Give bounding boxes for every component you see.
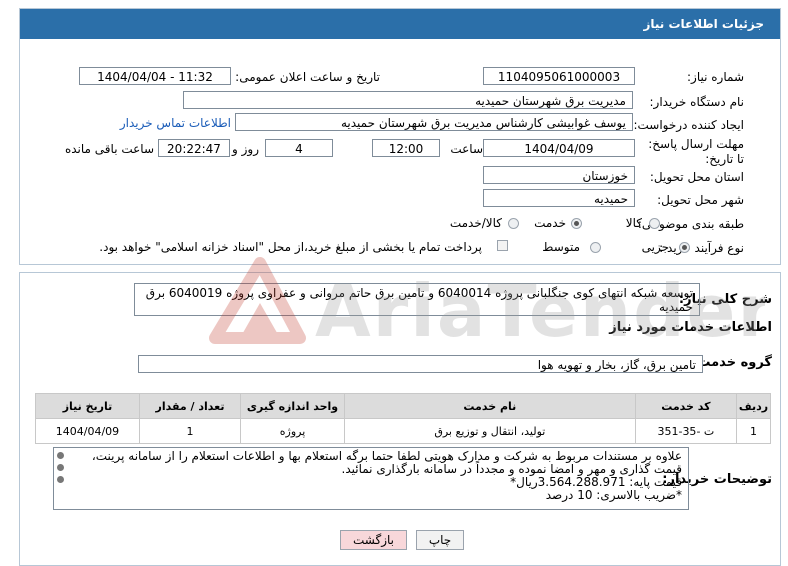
buyer-notes-textarea[interactable]: علاوه بر مستندات مربوط به شرکت و مدارک ه…: [53, 447, 689, 510]
col-code: کد خدمت: [634, 393, 738, 419]
days-remaining-field[interactable]: 4: [265, 139, 333, 157]
city-field[interactable]: حمیدیه: [483, 189, 635, 207]
cell-name: تولید، انتقال و توزیع برق: [344, 418, 636, 444]
category-radio-goods-service[interactable]: [508, 218, 519, 229]
remaining-time-label: ساعت باقی مانده: [64, 142, 154, 156]
deadline-label: مهلت ارسال پاسخ: تا تاریخ:: [648, 137, 744, 166]
cell-code: ت -35-351: [634, 418, 738, 444]
cell-qty: 1: [138, 418, 242, 444]
category-option-service: خدمت: [534, 216, 566, 230]
col-qty: تعداد / مقدار: [138, 393, 242, 419]
category-option-goods-service: کالا/خدمت: [449, 216, 502, 230]
scroll-dot-icon: [57, 476, 64, 483]
deadline-time-label: ساعت: [450, 142, 483, 156]
notes-scrollbar[interactable]: [57, 452, 65, 506]
province-field[interactable]: خوزستان: [483, 166, 635, 184]
remaining-time-field[interactable]: 20:22:47: [158, 139, 230, 157]
category-option-goods: کالا: [625, 216, 642, 230]
print-button[interactable]: چاپ: [416, 530, 464, 550]
col-row: ردیف: [736, 393, 771, 419]
table-row[interactable]: 1 ت -35-351 تولید، انتقال و توزیع برق پر…: [35, 418, 771, 444]
table-header-row: ردیف کد خدمت نام خدمت واحد اندازه گیری ت…: [35, 393, 771, 419]
announce-field[interactable]: 1404/04/04 - 11:32: [79, 67, 231, 85]
days-label: روز و: [232, 142, 259, 156]
col-date: تاریخ نیاز: [35, 393, 140, 419]
need-number-field[interactable]: 1104095061000003: [483, 67, 635, 85]
creator-field[interactable]: یوسف غوابیشی کارشناس مدیریت برق شهرستان …: [235, 113, 633, 131]
city-label: شهر محل تحویل:: [657, 193, 744, 207]
province-label: استان محل تحویل:: [649, 170, 744, 184]
note-line: *ضریب بالاسری: 10 درصد: [545, 488, 682, 502]
deadline-time-field[interactable]: 12:00: [372, 139, 440, 157]
cell-unit: پروژه: [240, 418, 346, 444]
cell-row: 1: [736, 418, 771, 444]
creator-label: ایجاد کننده درخواست:: [633, 118, 744, 132]
col-name: نام خدمت: [344, 393, 636, 419]
category-radio-goods[interactable]: [649, 218, 660, 229]
services-table: ردیف کد خدمت نام خدمت واحد اندازه گیری ت…: [35, 393, 771, 444]
contact-info-link[interactable]: اطلاعات تماس خریدار: [120, 116, 231, 130]
cell-date: 1404/04/09: [35, 418, 140, 444]
back-button[interactable]: بازگشت: [340, 530, 407, 550]
category-radio-service[interactable]: [571, 218, 582, 229]
need-number-label: شماره نیاز:: [687, 70, 744, 84]
col-unit: واحد اندازه گیری: [240, 393, 346, 419]
scroll-dot-icon: [57, 452, 64, 459]
scroll-dot-icon: [57, 464, 64, 471]
svg-text:AriaTender.neT: AriaTender.neT: [315, 269, 765, 353]
ariatender-watermark-logo: AriaTender.neT: [209, 257, 765, 353]
buyer-org-field[interactable]: مدیریت برق شهرستان حمیدیه: [183, 91, 633, 109]
announce-label: تاریخ و ساعت اعلان عمومی:: [235, 70, 380, 84]
panel-title: جزئیات اطلاعات نیاز: [20, 9, 780, 39]
buyer-org-label: نام دستگاه خریدار:: [649, 95, 745, 109]
deadline-date-field[interactable]: 1404/04/09: [483, 139, 635, 157]
